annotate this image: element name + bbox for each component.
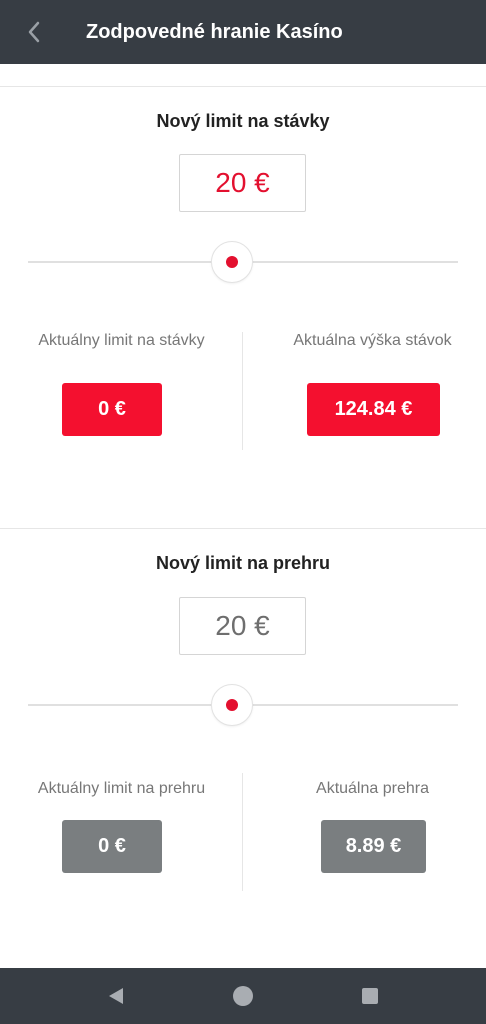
nav-recents-button[interactable] xyxy=(358,984,382,1008)
loss-limit-amount-input[interactable]: 20 € xyxy=(179,597,306,655)
bet-limit-amount-input[interactable]: 20 € xyxy=(179,154,306,212)
section-divider xyxy=(0,528,486,529)
current-bet-amount-badge: 124.84 € xyxy=(307,383,440,436)
slider-dot xyxy=(226,699,238,711)
loss-limit-slider-handle[interactable] xyxy=(211,684,253,726)
bet-limit-title: Nový limit na stávky xyxy=(156,111,330,131)
current-loss-badge: 8.89 € xyxy=(321,820,426,873)
nav-back-button[interactable] xyxy=(104,984,128,1008)
triangle-back-icon xyxy=(109,988,123,1004)
app-bar: Zodpovedné hranie Kasíno xyxy=(0,0,486,64)
current-bet-limit-label: Aktuálny limit na stávky xyxy=(38,332,205,349)
square-recents-icon xyxy=(362,988,378,1004)
divider xyxy=(0,86,486,87)
current-loss-limit-label: Aktuálny limit na prehru xyxy=(37,780,206,797)
circle-home-icon xyxy=(233,986,253,1006)
nav-home-button[interactable] xyxy=(231,984,255,1008)
chevron-left-icon xyxy=(28,21,40,43)
current-loss-limit-badge: 0 € xyxy=(62,820,162,873)
bet-limit-slider-handle[interactable] xyxy=(211,241,253,283)
loss-limit-title: Nový limit na prehru xyxy=(155,553,331,573)
current-bet-amount-label: Aktuálna výška stávok xyxy=(293,332,452,349)
back-button[interactable] xyxy=(22,18,46,46)
page-title: Zodpovedné hranie Kasíno xyxy=(86,21,343,43)
slider-dot xyxy=(226,256,238,268)
system-nav-bar xyxy=(0,968,486,1024)
current-bet-limit-badge: 0 € xyxy=(62,383,162,436)
current-loss-label: Aktuálna prehra xyxy=(316,780,429,797)
